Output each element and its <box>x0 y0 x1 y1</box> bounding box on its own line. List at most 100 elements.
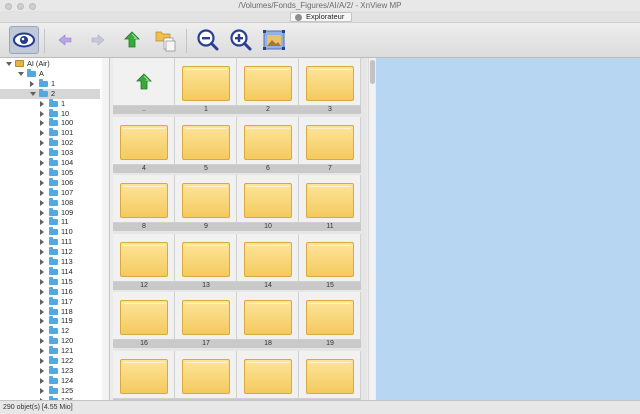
thumbnail-folder[interactable]: 12 <box>113 233 175 292</box>
tree-item-1[interactable]: 1 <box>0 98 100 109</box>
tree-item-10[interactable]: 10 <box>0 108 100 119</box>
disclosure-open-icon[interactable] <box>6 62 12 66</box>
tree-item-123[interactable]: 123 <box>0 365 100 376</box>
disclosure-closed-icon[interactable] <box>40 278 44 285</box>
disclosure-open-icon[interactable] <box>30 91 36 96</box>
disclosure-closed-icon[interactable] <box>40 100 44 107</box>
disclosure-closed-icon[interactable] <box>30 80 34 87</box>
tree-item-102[interactable]: 102 <box>0 138 100 148</box>
disclosure-closed-icon[interactable] <box>40 358 44 364</box>
tree-item-11[interactable]: 11 <box>0 217 100 227</box>
thumbnail-folder[interactable]: 17 <box>175 292 237 350</box>
forward-button[interactable] <box>83 26 113 54</box>
thumbnail-folder[interactable]: 5 <box>175 116 237 175</box>
tree-item-105[interactable]: 105 <box>0 167 100 178</box>
tree-item-115[interactable]: 115 <box>0 276 100 287</box>
disclosure-closed-icon[interactable] <box>40 199 44 206</box>
tree-item-ai-air-[interactable]: AI (Air) <box>0 59 100 69</box>
tree-item-101[interactable]: 101 <box>0 128 100 138</box>
thumbnail-folder[interactable]: 7 <box>299 116 361 175</box>
thumbnail-folder[interactable]: 19 <box>299 292 361 350</box>
disclosure-closed-icon[interactable] <box>40 239 44 246</box>
tree-item-100[interactable]: 100 <box>0 118 100 128</box>
thumbnail-folder[interactable]: 11 <box>299 175 361 233</box>
tree-item-103[interactable]: 103 <box>0 148 100 158</box>
thumbnail-folder[interactable]: 4 <box>113 116 175 175</box>
disclosure-closed-icon[interactable] <box>40 219 44 226</box>
thumbnail-folder[interactable]: 6 <box>237 116 299 175</box>
tree-item-113[interactable]: 113 <box>0 257 100 267</box>
thumbnail-folder[interactable] <box>175 350 237 400</box>
tree-item-110[interactable]: 110 <box>0 227 100 237</box>
parent-folder-button[interactable] <box>117 26 147 54</box>
tree-item-12[interactable]: 12 <box>0 326 100 336</box>
tree-item-a[interactable]: A <box>0 68 100 79</box>
zoom-in-button[interactable] <box>226 26 256 54</box>
disclosure-closed-icon[interactable] <box>40 130 44 137</box>
thumbnail-folder[interactable]: 15 <box>299 233 361 292</box>
thumbnail-folder[interactable]: 3 <box>299 58 361 116</box>
thumbnail-folder[interactable] <box>113 350 175 400</box>
tree-item-108[interactable]: 108 <box>0 197 100 208</box>
thumbnail-folder[interactable]: 10 <box>237 175 299 233</box>
disclosure-closed-icon[interactable] <box>40 150 44 157</box>
disclosure-closed-icon[interactable] <box>40 189 44 196</box>
thumbnail-folder[interactable]: 14 <box>237 233 299 292</box>
tree-item-122[interactable]: 122 <box>0 356 100 366</box>
disclosure-closed-icon[interactable] <box>40 209 44 216</box>
thumbnail-folder[interactable]: 8 <box>113 175 175 233</box>
disclosure-closed-icon[interactable] <box>40 328 44 335</box>
tree-item-112[interactable]: 112 <box>0 247 100 257</box>
disclosure-closed-icon[interactable] <box>40 110 44 117</box>
tab-close-icon[interactable] <box>295 14 302 21</box>
thumbnail-parent-folder[interactable]: .. <box>113 58 175 116</box>
thumbnail-folder[interactable]: 2 <box>237 58 299 116</box>
disclosure-closed-icon[interactable] <box>40 377 44 384</box>
browser-view-button[interactable] <box>9 26 39 54</box>
tree-item-109[interactable]: 109 <box>0 207 100 218</box>
tree-item-120[interactable]: 120 <box>0 336 100 346</box>
tree-scrollbar[interactable] <box>102 58 109 400</box>
tree-item-111[interactable]: 111 <box>0 237 100 247</box>
disclosure-open-icon[interactable] <box>18 71 24 76</box>
grid-scrollbar-thumb[interactable] <box>370 60 375 84</box>
grid-scrollbar[interactable] <box>368 58 375 400</box>
disclosure-closed-icon[interactable] <box>40 169 44 176</box>
tree-item-119[interactable]: 119 <box>0 316 100 326</box>
disclosure-closed-icon[interactable] <box>40 338 44 345</box>
disclosure-closed-icon[interactable] <box>40 348 44 355</box>
disclosure-closed-icon[interactable] <box>40 259 44 265</box>
disclosure-closed-icon[interactable] <box>40 249 44 256</box>
disclosure-closed-icon[interactable] <box>40 179 44 186</box>
disclosure-closed-icon[interactable] <box>40 387 44 394</box>
thumbnail-folder[interactable]: 18 <box>237 292 299 350</box>
tree-item-104[interactable]: 104 <box>0 158 100 168</box>
fit-image-button[interactable] <box>259 26 289 54</box>
disclosure-closed-icon[interactable] <box>40 120 44 127</box>
back-button[interactable] <box>50 26 80 54</box>
tree-item-116[interactable]: 116 <box>0 286 100 297</box>
tree-item-125[interactable]: 125 <box>0 385 100 396</box>
disclosure-closed-icon[interactable] <box>40 160 44 166</box>
disclosure-closed-icon[interactable] <box>40 268 44 275</box>
thumbnail-folder[interactable]: 13 <box>175 233 237 292</box>
tab-explorateur[interactable]: Explorateur <box>290 12 352 22</box>
tree-item-114[interactable]: 114 <box>0 266 100 277</box>
disclosure-closed-icon[interactable] <box>40 308 44 315</box>
disclosure-closed-icon[interactable] <box>40 288 44 295</box>
tree-item-118[interactable]: 118 <box>0 306 100 317</box>
tree-item-117[interactable]: 117 <box>0 296 100 307</box>
thumbnail-folder[interactable]: 16 <box>113 292 175 350</box>
thumbnail-folder[interactable]: 1 <box>175 58 237 116</box>
tree-item-121[interactable]: 121 <box>0 346 100 356</box>
tree-item-2[interactable]: 2 <box>0 88 100 99</box>
thumbnail-folder[interactable] <box>299 350 361 400</box>
zoom-out-button[interactable] <box>193 26 223 54</box>
thumbnail-folder[interactable]: 9 <box>175 175 237 233</box>
tree-item-124[interactable]: 124 <box>0 375 100 386</box>
copy-to-folder-button[interactable] <box>150 26 180 54</box>
disclosure-closed-icon[interactable] <box>40 318 44 325</box>
tree-item-106[interactable]: 106 <box>0 177 100 188</box>
disclosure-closed-icon[interactable] <box>40 298 44 305</box>
tree-item-107[interactable]: 107 <box>0 187 100 198</box>
